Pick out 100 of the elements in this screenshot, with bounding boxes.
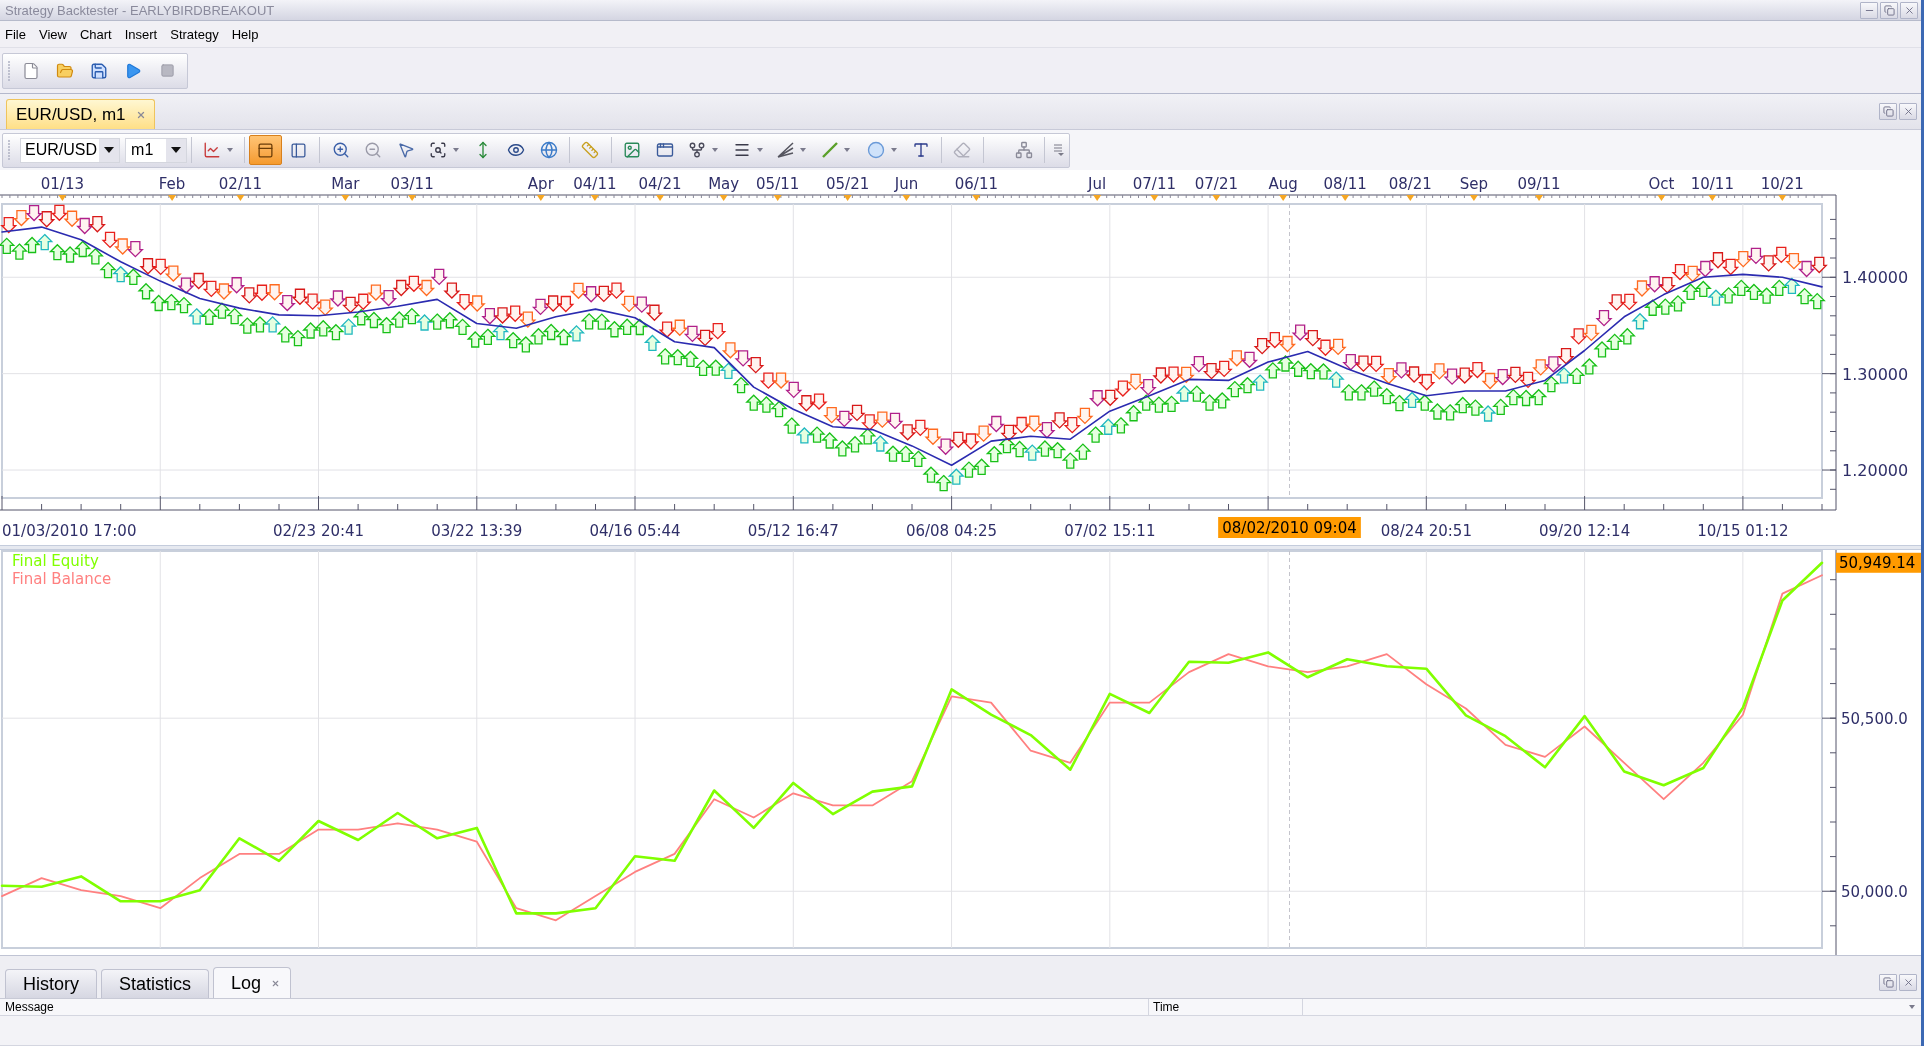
date-label: Sep [1459,175,1489,193]
caret-icon [800,148,807,152]
close-button[interactable] [1899,103,1917,120]
hierarchy-icon [1014,141,1033,159]
date-label: Jul [1088,175,1107,193]
caret-icon [453,148,460,152]
caret-icon [890,148,897,152]
equity-axis-label: 50,500.0 [1841,710,1908,729]
date-label: 04/21 [638,175,682,193]
date-label: 09/11 [1517,175,1561,193]
date-label: 10/21 [1760,175,1804,193]
menu-item[interactable]: Chart [79,27,112,41]
time-label: 04/16 05:44 [589,522,681,540]
ruler-icon [581,141,600,159]
close-button[interactable] [1899,974,1917,991]
diagonal-line-icon [821,142,838,158]
date-label: 05/11 [756,175,800,193]
caret-icon [226,148,233,152]
restore-button[interactable] [1879,974,1897,991]
legend-label: Final Equity [12,552,99,570]
date-label: May [708,175,740,193]
close-button[interactable] [1900,1,1918,19]
date-label: Apr [527,175,554,193]
menu-item[interactable]: View [38,27,67,41]
date-label: Oct [1648,175,1675,193]
close-icon [135,109,146,120]
image-icon [622,141,641,159]
date-label: Aug [1268,175,1298,193]
zoom-out-icon [364,141,383,159]
grip-handle-icon[interactable] [8,140,10,160]
close-icon [1903,4,1915,16]
time-label: 05/12 16:47 [747,522,839,540]
date-label: 08/11 [1323,175,1367,193]
caret-icon [104,147,115,153]
menu-item[interactable]: Strategy [170,27,219,41]
panel-icon [257,141,275,159]
fan-lines-icon [777,142,795,158]
view-toggle-button[interactable] [249,135,283,165]
time-label: 07/02 15:11 [1064,522,1156,540]
globe-icon [539,141,558,159]
time-label: 03/22 13:39 [431,522,523,540]
cursor-icon [396,141,415,159]
price-label: 1.20000 [1842,461,1909,481]
date-label: Mar [331,175,360,193]
column-header[interactable]: Time [1149,999,1303,1015]
ellipse-icon [866,141,885,159]
date-label: 05/21 [826,175,870,193]
play-icon [124,61,142,80]
stop-icon [159,63,175,78]
date-label: 07/21 [1194,175,1238,193]
save-icon [90,61,108,80]
panel-icon [290,141,308,159]
time-label: 10/15 01:12 [1697,522,1789,540]
restore-button[interactable] [1879,103,1897,120]
line-chart-icon [202,141,221,159]
column-header[interactable]: Message [0,999,1149,1015]
document-tab[interactable]: EUR/USD, m1 [6,99,155,129]
time-label: 02/23 20:41 [272,522,365,540]
menu-item[interactable]: Help [231,27,259,41]
zoom-in-icon [331,141,350,159]
lines-icon [732,141,751,159]
last-value-label: 50,949.14 [1836,552,1921,573]
price-label: 1.30000 [1842,364,1909,384]
time-label: 08/24 20:51 [1380,522,1472,540]
new-document-icon [22,61,40,80]
time-label: 01/03/2010 17:00 [2,522,137,540]
symbol-dropdown[interactable]: EUR/USD [20,137,121,163]
date-label: 04/11 [573,175,617,193]
restore-icon [1882,106,1894,117]
caret-icon [1909,1005,1915,1009]
panel-tab[interactable]: History [5,969,97,998]
restore-button[interactable] [1880,1,1898,19]
date-label: 07/11 [1132,175,1176,193]
date-label: Feb [158,175,186,193]
caret-icon [170,147,181,153]
date-label: 06/11 [954,175,998,193]
date-label: 08/21 [1388,175,1432,193]
caret-icon [843,148,850,152]
window-icon [655,141,674,159]
date-label: 02/11 [218,175,263,193]
date-label: 01/13 [40,175,84,193]
minimize-button[interactable] [1860,1,1878,19]
close-icon [1902,977,1914,988]
close-icon [271,978,281,988]
menu-item[interactable]: File [5,27,26,41]
grip-handle-icon[interactable] [8,60,10,81]
date-label: 03/11 [390,175,434,193]
panel-tab[interactable]: Log [213,967,292,998]
time-label: 06/08 04:25 [905,522,998,540]
close-icon [1902,106,1914,117]
magnifier-frame-icon [429,141,448,159]
timeframe-dropdown[interactable]: m1 [125,137,187,163]
fork-icon [688,141,706,159]
menu-item[interactable]: Insert [124,27,158,41]
caret-icon [712,148,718,152]
text-tool-icon [911,141,930,159]
date-label: Jun [894,175,919,193]
restore-icon [1882,977,1894,988]
date-label: 10/11 [1690,175,1734,193]
panel-tab[interactable]: Statistics [101,969,210,998]
